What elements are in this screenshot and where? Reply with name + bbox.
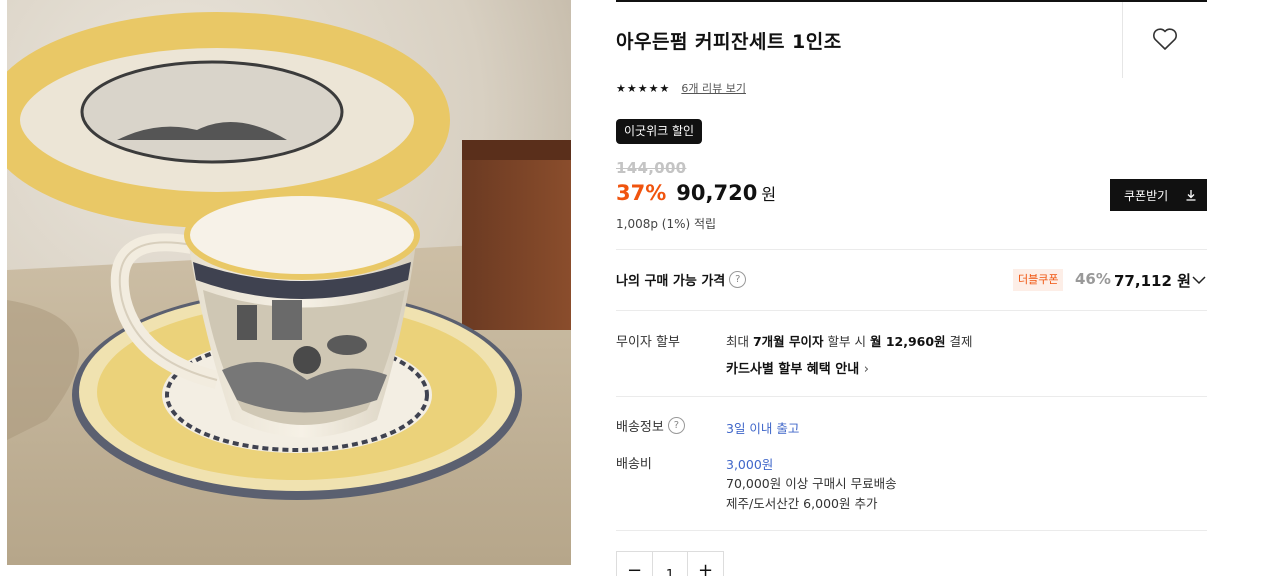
price-row: 37% 90,720 원 <box>616 181 776 205</box>
quantity-stepper: − + <box>616 551 724 576</box>
question-circle-icon[interactable]: ? <box>667 417 685 434</box>
shipping-fee: 3,000원 <box>726 457 774 472</box>
shipping-eta: 3일 이내 출고 <box>726 421 800 436</box>
star-icon: ★ <box>626 81 637 95</box>
installment-info: 최대 7개월 무이자 할부 시 월 12,960원 결제 <box>726 334 973 349</box>
product-detail-page: 아우든펌 커피잔세트 1인조 ★ ★ ★ ★ ★ 6개 리뷰 보기 이굿위크 할… <box>0 0 1270 576</box>
title-row: 아우든펌 커피잔세트 1인조 <box>616 2 1207 78</box>
download-icon <box>1186 190 1196 201</box>
currency-unit: 원 <box>761 185 777 204</box>
wishlist-button[interactable] <box>1150 24 1180 54</box>
sale-price: 90,720 <box>676 181 758 205</box>
chevron-right-icon: › <box>863 362 869 377</box>
chevron-down-icon[interactable] <box>1191 272 1207 288</box>
title-divider <box>1122 2 1123 78</box>
my-price-row[interactable]: 나의 구매 가능 가격 ? 더블쿠폰 46% 77,112 원 <box>616 250 1207 310</box>
coupon-button-label: 쿠폰받기 <box>1124 188 1169 203</box>
star-icon: ★ <box>616 81 626 95</box>
rating-row: ★ ★ ★ ★ ★ 6개 리뷰 보기 <box>616 79 746 97</box>
points-earned: 1,008p (1%) 적립 <box>616 217 717 231</box>
my-price-value: 77,112 원 <box>1114 272 1191 290</box>
free-shipping-note: 70,000원 이상 구매시 무료배송 <box>726 476 897 491</box>
promo-badge: 이굿위크 할인 <box>616 119 703 144</box>
star-icon: ★ <box>659 81 670 95</box>
quantity-decrease-button[interactable]: − <box>617 552 652 576</box>
coupon-download-button[interactable]: 쿠폰받기 <box>1110 179 1207 211</box>
star-icon: ★ <box>637 81 648 95</box>
quantity-increase-button[interactable]: + <box>688 552 723 576</box>
discount-rate: 37% <box>616 181 667 205</box>
product-info-panel: 아우든펌 커피잔세트 1인조 ★ ★ ★ ★ ★ 6개 리뷰 보기 이굿위크 할… <box>616 0 1207 576</box>
divider <box>616 396 1207 397</box>
shipping-fee-label: 배송비 <box>616 457 652 472</box>
card-installment-link[interactable]: 카드사별 할부 혜택 안내 › <box>726 358 869 377</box>
question-circle-icon[interactable]: ? <box>729 271 747 288</box>
my-price-label: 나의 구매 가능 가격 ? <box>616 270 747 289</box>
island-shipping-note: 제주/도서산간 6,000원 추가 <box>726 496 878 511</box>
quantity-input[interactable] <box>652 552 688 576</box>
installment-label: 무이자 할부 <box>616 335 680 350</box>
review-link[interactable]: 6개 리뷰 보기 <box>681 80 746 96</box>
divider <box>616 310 1207 311</box>
shipping-info-label-text: 배송정보 <box>616 420 664 435</box>
double-coupon-tag: 더블쿠폰 <box>1013 269 1064 291</box>
shipping-info-label: 배송정보 ? <box>616 416 685 435</box>
rating-stars: ★ ★ ★ ★ ★ <box>616 83 669 94</box>
original-price: 144,000 <box>616 159 687 177</box>
heart-outline-icon <box>1153 28 1177 50</box>
product-title: 아우든펌 커피잔세트 1인조 <box>616 31 842 53</box>
card-installment-link-text: 카드사별 할부 혜택 안내 <box>726 362 860 377</box>
divider <box>616 530 1207 531</box>
my-price-label-text: 나의 구매 가능 가격 <box>616 274 726 289</box>
my-discount-rate: 46% <box>1075 270 1111 288</box>
star-icon: ★ <box>648 81 659 95</box>
product-image[interactable] <box>7 0 571 565</box>
